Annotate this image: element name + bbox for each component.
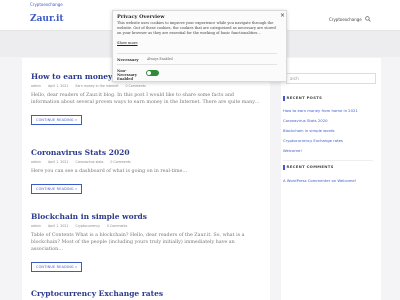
sidebar-divider (283, 160, 373, 161)
post-excerpt: Hello, dear readers of Zaur.it blog. In … (31, 93, 260, 105)
post-meta: admin April 1, 2021 Coronavirus stats 0 … (31, 160, 263, 164)
non-necessary-toggle[interactable] (146, 70, 159, 76)
post-3: Blockchain in simple words admin April 1… (31, 212, 263, 272)
privacy-overview-popup: Privacy Overview × This website uses coo… (112, 10, 287, 82)
sidebar-search-input[interactable]: arch (286, 73, 376, 84)
post-title[interactable]: Blockchain in simple words (31, 212, 263, 221)
recent-post-link[interactable]: How to earn money from home in 2021 (283, 108, 358, 113)
recent-post-link[interactable]: Cryptocurrency Exchange rates (283, 138, 343, 143)
non-necessary-row[interactable]: Non-Necessary Enabled (117, 67, 277, 81)
post-meta: admin April 1, 2021 Cryptocurrency 0 Com… (31, 224, 263, 228)
necessary-label: Necessary (117, 57, 139, 62)
non-necessary-label: Non-Necessary Enabled (117, 69, 137, 81)
post-author[interactable]: admin (31, 224, 41, 228)
necessary-row[interactable]: Necessary Always Enabled (117, 53, 277, 65)
post-excerpt: Table of Contents What is a blockchain? … (31, 233, 245, 252)
topbar-link[interactable]: Cryptoexchange (30, 2, 63, 7)
recent-post-link[interactable]: Blockchain in simple words (283, 128, 334, 133)
post-meta: admin April 1, 2021 Earn money in the In… (31, 84, 263, 88)
continue-reading-button[interactable]: CONTINUE READING » (31, 115, 83, 125)
post-author[interactable]: admin (31, 84, 41, 88)
recent-posts-heading: RECENT POSTS (283, 95, 322, 101)
recent-post-link[interactable]: Welcome! (283, 148, 302, 153)
post-4: Cryptocurrency Exchange rates (31, 289, 163, 298)
nav-item-cryptoexchange[interactable]: Cryptoexchange (329, 17, 362, 22)
search-icon[interactable] (365, 16, 371, 22)
post-date[interactable]: April 1, 2021 (48, 224, 68, 228)
privacy-body: This website uses cookies to improve you… (117, 21, 276, 35)
toggle-knob (147, 71, 151, 75)
post-comments[interactable]: 0 Comments (125, 84, 145, 88)
necessary-value: Always Enabled (147, 57, 173, 62)
show-more-link[interactable]: Show more (117, 41, 138, 45)
search-placeholder: arch (290, 76, 299, 81)
post-category[interactable]: Earn money in the Internet (75, 84, 118, 88)
privacy-title: Privacy Overview (117, 14, 165, 20)
site-logo[interactable]: Zaur.it (30, 14, 64, 24)
recent-post-link[interactable]: Coronavirus Stats 2020 (283, 118, 328, 123)
recent-comments-heading: RECENT COMMENTS (283, 164, 334, 170)
continue-reading-button[interactable]: CONTINUE READING » (31, 262, 83, 272)
post-category[interactable]: Coronavirus stats (75, 160, 103, 164)
close-icon[interactable]: × (280, 12, 285, 19)
post-title[interactable]: Coronavirus Stats 2020 (31, 148, 263, 157)
continue-reading-button[interactable]: CONTINUE READING » (31, 184, 83, 194)
post-date[interactable]: April 1, 2021 (48, 84, 68, 88)
post-2: Coronavirus Stats 2020 admin April 1, 20… (31, 148, 263, 194)
post-comments[interactable]: 0 Comments (110, 160, 130, 164)
post-author[interactable]: admin (31, 160, 41, 164)
post-title[interactable]: Cryptocurrency Exchange rates (31, 289, 163, 298)
post-category[interactable]: Cryptocurrency (75, 224, 100, 228)
post-date[interactable]: April 1, 2021 (48, 160, 68, 164)
post-excerpt: Here you can see a dashboard of what is … (31, 169, 188, 174)
recent-comment-link[interactable]: A WordPress Commenter on Welcome! (283, 178, 356, 183)
post-comments[interactable]: 0 Comments (107, 224, 127, 228)
